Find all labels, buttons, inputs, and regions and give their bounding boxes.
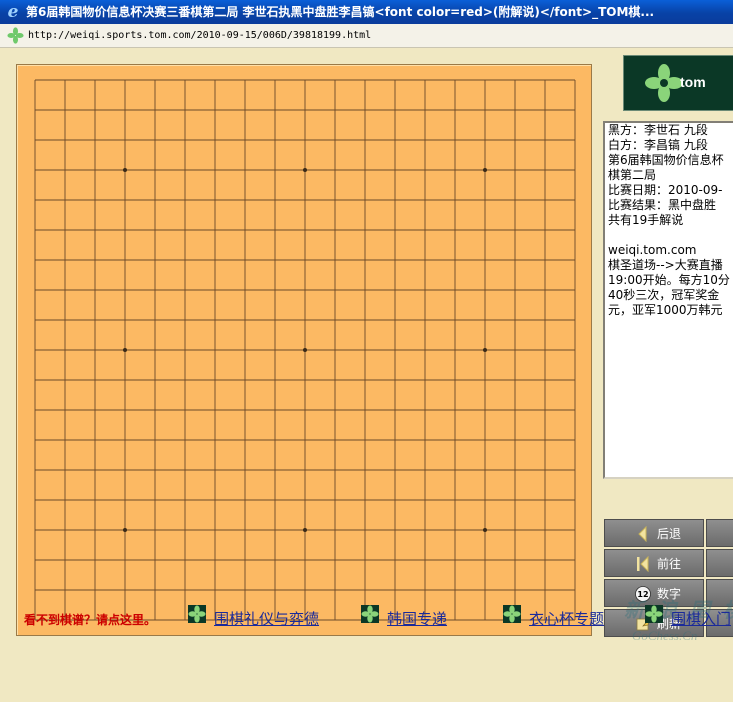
star-point <box>483 168 487 172</box>
info-line-black-player: 黑方：李世石 九段 <box>608 123 708 137</box>
info-line-result: 比赛结果：黑中盘胜 <box>608 198 717 212</box>
info-line-site: weiqi.tom.com <box>608 243 697 257</box>
forward-button[interactable]: 前往 <box>604 549 704 577</box>
star-point <box>303 528 307 532</box>
star-point <box>483 528 487 532</box>
star-point <box>483 348 487 352</box>
link-yixin-cup-label[interactable]: 衣心杯专题 <box>529 608 604 629</box>
back-button-label: 后退 <box>657 527 682 541</box>
info-line-time: 19:00开始。每方10分 <box>608 273 730 287</box>
url-field[interactable]: http://weiqi.sports.tom.com/2010-09-15/0… <box>28 24 371 48</box>
star-point <box>123 168 127 172</box>
info-line-byoyomi: 40秒三次，冠军奖金 <box>608 288 720 302</box>
info-line-event: 第6届韩国物价信息杯 <box>608 153 724 167</box>
forward-button-label: 前往 <box>657 557 682 571</box>
leaf-icon <box>645 605 663 623</box>
info-line-date: 比赛日期：2010-09- <box>608 183 723 197</box>
info-line-blank <box>605 228 733 243</box>
ie-browser-icon: e <box>7 2 19 22</box>
leaf-icon <box>188 605 206 623</box>
title-bar[interactable]: e 第6届韩国物价信息杯决赛三番棋第二局 李世石执黑中盘胜李昌镐<font co… <box>0 0 733 24</box>
star-point <box>123 348 127 352</box>
info-line-round: 棋第二局 <box>608 168 657 182</box>
star-point <box>303 348 307 352</box>
info-line-live: 棋圣道场-->大赛直播 <box>608 258 723 272</box>
link-korea-express-label[interactable]: 韩国专递 <box>387 608 447 629</box>
address-bar[interactable]: http://weiqi.sports.tom.com/2010-09-15/0… <box>0 24 733 48</box>
go-board[interactable] <box>16 64 592 636</box>
bottom-link-bar: 看不到棋谱？请点这里。 围棋礼仪与弈德 韩国专递 衣心杯专题 围棋入门 <box>0 597 733 654</box>
control-button-right-1[interactable] <box>706 519 733 547</box>
info-line-commentary-count: 共有19手解说 <box>608 213 684 227</box>
leaf-icon <box>361 605 379 623</box>
game-info-panel[interactable]: 黑方：李世石 九段 白方：李昌镐 九段 第6届韩国物价信息杯 棋第二局 比赛日期… <box>603 121 733 479</box>
tom-logo[interactable]: tom <box>623 55 733 111</box>
go-board-grid[interactable] <box>17 65 593 637</box>
star-point <box>123 528 127 532</box>
cannot-see-record-link[interactable]: 看不到棋谱？请点这里。 <box>24 611 156 628</box>
info-line-prize: 元，亚军1000万韩元 <box>608 303 723 317</box>
tom-leaf-icon <box>645 64 683 102</box>
browser-window: e 第6届韩国物价信息杯决赛三番棋第二局 李世石执黑中盘胜李昌镐<font co… <box>0 0 733 702</box>
tom-logo-text: tom <box>680 74 706 90</box>
link-go-beginner-label[interactable]: 围棋入门 <box>671 608 731 629</box>
control-button-right-2[interactable] <box>706 549 733 577</box>
back-arrow-icon <box>638 526 647 542</box>
forward-arrow-icon <box>637 556 649 572</box>
link-go-etiquette-label[interactable]: 围棋礼仪与弈德 <box>214 608 319 629</box>
page-favicon-icon <box>7 27 24 44</box>
back-button[interactable]: 后退 <box>604 519 704 547</box>
star-point <box>303 168 307 172</box>
leaf-icon <box>503 605 521 623</box>
window-title: 第6届韩国物价信息杯决赛三番棋第二局 李世石执黑中盘胜李昌镐<font colo… <box>26 5 655 19</box>
info-line-white-player: 白方：李昌镐 九段 <box>608 138 708 152</box>
